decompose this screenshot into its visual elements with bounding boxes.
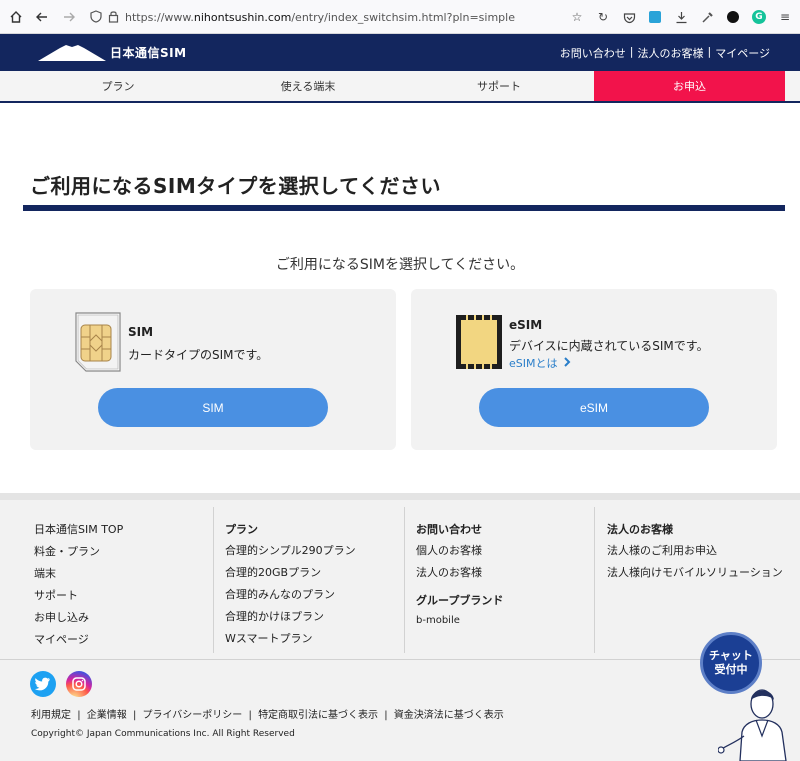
footer-link-business-apply[interactable]: 法人様のご利用お申込	[607, 542, 717, 558]
tab-plan[interactable]: プラン	[20, 71, 216, 101]
footer-link-devices[interactable]: 端末	[34, 565, 56, 581]
sim-option-description: カードタイプのSIMです。	[128, 348, 269, 362]
footer-link-support[interactable]: サポート	[34, 587, 78, 603]
title-underline	[23, 205, 785, 211]
legal-separator: |	[384, 710, 388, 721]
legal-separator: |	[77, 710, 81, 721]
header-links: お問い合わせ | 法人のお客様 | マイページ	[560, 45, 770, 61]
lock-icon[interactable]	[108, 8, 119, 27]
sim-option-card[interactable]: SIM カードタイプのSIMです。 SIM	[30, 289, 396, 450]
mount-fuji-icon	[38, 45, 106, 61]
legal-separator: |	[132, 710, 137, 721]
sim-card-icon	[74, 311, 122, 377]
footer-col-site: 日本通信SIM TOP 料金・プラン 端末 サポート お申し込み マイページ	[0, 507, 213, 653]
footer-col-business: 法人のお客様 法人様のご利用お申込 法人様向けモバイルソリューション	[594, 507, 800, 653]
instagram-icon[interactable]	[66, 671, 92, 697]
shield-icon[interactable]	[90, 8, 102, 27]
tab-devices[interactable]: 使える端末	[212, 71, 404, 101]
legal-separator: |	[248, 710, 252, 721]
download-icon[interactable]	[672, 8, 690, 26]
footer-link-plan[interactable]: 合理的20GBプラン	[225, 564, 321, 580]
copyright: Copyright© Japan Communications Inc. All…	[31, 729, 295, 739]
footer-link-personal[interactable]: 個人のお客様	[416, 542, 482, 558]
legal-link-payment-act[interactable]: 資金決済法に基づく表示	[394, 710, 504, 721]
home-icon[interactable]	[3, 4, 29, 30]
back-arrow-icon[interactable]	[29, 4, 55, 30]
footer-link-plan[interactable]: 合理的かけほプラン	[225, 608, 324, 624]
save-to-pocket-icon[interactable]	[620, 8, 638, 26]
footer-heading-business: 法人のお客様	[607, 523, 673, 536]
legal-link-privacy[interactable]: プライバシーポリシー	[143, 710, 243, 721]
footer-link-top[interactable]: 日本通信SIM TOP	[34, 521, 123, 537]
logo-text: 日本通信SIM	[110, 45, 187, 60]
footer: 日本通信SIM TOP 料金・プラン 端末 サポート お申し込み マイページ プ…	[0, 493, 800, 761]
footer-link-mypage[interactable]: マイページ	[34, 631, 89, 647]
esim-option-card[interactable]: eSIM デバイスに内蔵されているSIMです。 eSIMとは eSIM	[411, 289, 777, 450]
logo[interactable]: 日本通信SIM	[38, 42, 187, 62]
header-link-business[interactable]: 法人のお客様	[638, 45, 704, 61]
footer-link-plan[interactable]: 合理的シンプル290プラン	[225, 542, 356, 558]
forward-arrow-icon[interactable]	[56, 4, 82, 30]
profile-dot-icon[interactable]	[724, 8, 742, 26]
browser-toolbar: https://www.nihontsushin.com/entry/index…	[0, 0, 800, 34]
footer-heading-group-brand: グループブランド	[416, 594, 504, 607]
star-icon[interactable]: ☆	[568, 8, 586, 26]
legal-links: 利用規定 | 企業情報 | プライバシーポリシー | 特定商取引法に基づく表示 …	[31, 706, 504, 721]
footer-heading-plans: プラン	[225, 523, 258, 536]
chevron-right-icon	[564, 357, 571, 367]
footer-link-plan[interactable]: 合理的みんなのプラン	[225, 586, 335, 602]
sim-option-title: SIM	[128, 325, 154, 339]
chat-button[interactable]: チャット 受付中	[700, 632, 762, 694]
grammarly-icon[interactable]: G	[750, 8, 768, 26]
what-is-esim-link[interactable]: eSIMとは	[509, 355, 571, 371]
footer-col-plans: プラン 合理的シンプル290プラン 合理的20GBプラン 合理的みんなのプラン …	[213, 507, 404, 653]
tab-support[interactable]: サポート	[402, 71, 596, 101]
url-bar[interactable]: https://www.nihontsushin.com/entry/index…	[86, 5, 586, 29]
footer-link-bmobile[interactable]: b-mobile	[416, 615, 460, 626]
twitter-icon[interactable]	[30, 671, 56, 697]
footer-col-contact: お問い合わせ 個人のお客様 法人のお客様 グループブランド b-mobile	[404, 507, 594, 653]
esim-option-description: デバイスに内蔵されているSIMです。	[509, 339, 709, 353]
tab-apply[interactable]: お申込	[594, 71, 785, 101]
chat-label-line2: 受付中	[714, 663, 748, 676]
header-separator: |	[707, 45, 712, 58]
legal-link-company[interactable]: 企業情報	[87, 710, 127, 721]
footer-heading-contact: お問い合わせ	[416, 523, 482, 536]
legal-link-commerce-act[interactable]: 特定商取引法に基づく表示	[258, 710, 378, 721]
page-title: ご利用になるSIMタイプを選択してください	[30, 174, 442, 198]
site-header: 日本通信SIM お問い合わせ | 法人のお客様 | マイページ	[0, 34, 800, 71]
header-link-mypage[interactable]: マイページ	[715, 45, 770, 61]
section-subtitle: ご利用になるSIMを選択してください。	[275, 257, 525, 273]
header-separator: |	[629, 45, 634, 58]
browser-tools: ☆ ↻ G ≡	[568, 5, 800, 29]
select-sim-button[interactable]: SIM	[98, 388, 328, 427]
extension-icon[interactable]	[646, 8, 664, 26]
main-nav: プラン 使える端末 サポート お申込	[0, 71, 800, 103]
footer-link-apply[interactable]: お申し込み	[34, 609, 89, 625]
menu-icon[interactable]: ≡	[776, 8, 794, 26]
eyedropper-icon[interactable]	[698, 8, 716, 26]
esim-chip-icon	[455, 314, 503, 374]
footer-link-mobile-solution[interactable]: 法人様向けモバイルソリューション	[607, 564, 783, 580]
header-link-contact[interactable]: お問い合わせ	[560, 45, 626, 61]
footer-link-plan[interactable]: Wスマートプラン	[225, 630, 313, 646]
footer-link-business[interactable]: 法人のお客様	[416, 564, 482, 580]
footer-link-pricing[interactable]: 料金・プラン	[34, 543, 100, 559]
footer-divider	[0, 659, 800, 660]
legal-link-terms[interactable]: 利用規定	[31, 710, 71, 721]
chat-label-line1: チャット	[709, 649, 753, 662]
select-esim-button[interactable]: eSIM	[479, 388, 709, 427]
url-text[interactable]: https://www.nihontsushin.com/entry/index…	[125, 11, 515, 24]
esim-option-title: eSIM	[509, 318, 543, 332]
reload-icon[interactable]: ↻	[594, 8, 612, 26]
